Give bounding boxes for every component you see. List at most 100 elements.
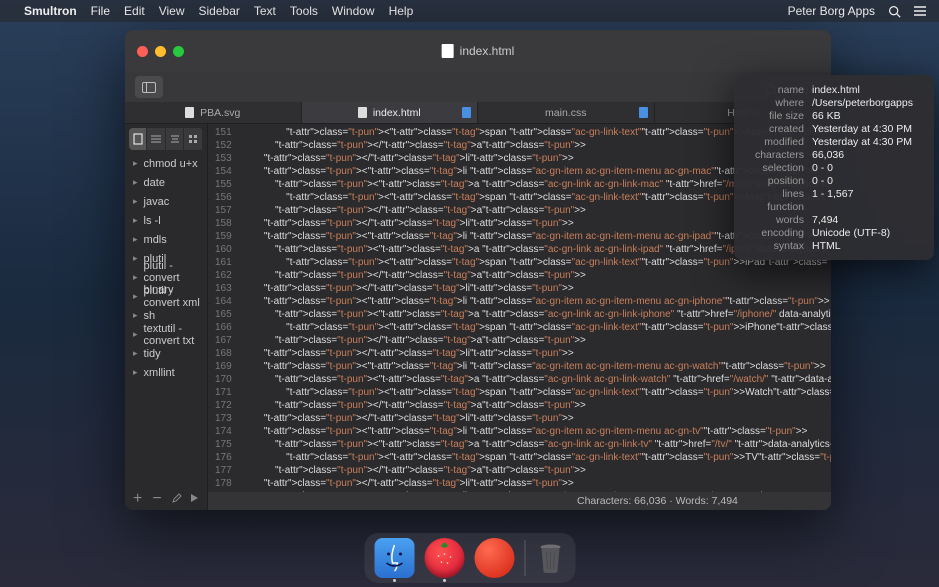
sidebar-item[interactable]: ▸chmod u+x — [125, 154, 207, 173]
sidebar-item[interactable]: ▸ date — [125, 173, 207, 192]
minimize-button[interactable] — [155, 46, 166, 57]
running-indicator — [443, 579, 446, 582]
sidebar-item[interactable]: ▸xmllint — [125, 363, 207, 382]
status-text: Characters: 66,036 · Words: 7,494 — [577, 495, 738, 507]
app-window: index.html PBA.svg index.html main.css H… — [125, 30, 831, 510]
menu-text[interactable]: Text — [254, 4, 276, 18]
tab[interactable]: main.css — [478, 102, 655, 123]
sidebar-view-segmented[interactable] — [129, 128, 203, 150]
sidebar-item[interactable]: ▸plutil -convert xml — [125, 287, 207, 306]
titlebar[interactable]: index.html — [125, 30, 831, 72]
info-key: name — [744, 84, 804, 96]
seg-list-icon[interactable] — [147, 128, 165, 150]
line-gutter: 151 152 153 154 155 156 157 158 159 160 … — [208, 124, 238, 492]
menu-view[interactable]: View — [159, 4, 185, 18]
sidebar-list[interactable]: ▸chmod u+x▸date▸javac▸ls -l▸mdls▸plutil▸… — [125, 154, 207, 488]
sidebar-item[interactable]: ▸ tidy — [125, 344, 207, 363]
info-value: 7,494 — [812, 214, 838, 226]
sidebar-item-label: xmllint — [144, 367, 175, 379]
menu-sidebar[interactable]: Sidebar — [199, 4, 240, 18]
info-key: modified — [744, 136, 804, 148]
menu-window[interactable]: Window — [332, 4, 375, 18]
info-value: Unicode (UTF-8) — [812, 227, 890, 239]
sidebar-toggle-button[interactable] — [135, 76, 163, 98]
menubar: Smultron File Edit View Sidebar Text Too… — [0, 0, 939, 22]
remove-button[interactable]: − — [152, 490, 161, 508]
info-row: encoding Unicode (UTF-8) — [744, 226, 924, 239]
menu-file[interactable]: File — [91, 4, 110, 18]
info-key: lines — [744, 188, 804, 200]
tab[interactable]: index.html — [302, 102, 479, 123]
info-value: index.html — [812, 84, 860, 96]
status-bar: Characters: 66,036 · Words: 7,494 — [208, 492, 831, 510]
document-icon — [442, 44, 454, 58]
file-badge-icon — [462, 107, 471, 118]
sidebar-item[interactable]: ▸ textutil -convert txt — [125, 325, 207, 344]
chevron-right-icon: ▸ — [133, 215, 138, 226]
run-icon[interactable] — [190, 490, 199, 508]
info-value: Yesterday at 4:30 PM — [812, 136, 912, 148]
control-center-icon[interactable] — [913, 4, 927, 18]
info-row: syntax HTML — [744, 239, 924, 252]
info-popover: nameindex.htmlwhere/Users/peterborgappsf… — [734, 75, 934, 260]
tab-label: index.html — [373, 107, 421, 119]
app-name[interactable]: Smultron — [24, 4, 77, 18]
menu-help[interactable]: Help — [389, 4, 414, 18]
spotlight-icon[interactable] — [887, 4, 901, 18]
traffic-lights — [125, 46, 184, 57]
sidebar-item-label: tidy — [144, 348, 161, 360]
close-button[interactable] — [137, 46, 148, 57]
add-button[interactable]: + — [133, 490, 142, 508]
tab-bar: PBA.svg index.html main.css Here's — [125, 102, 831, 124]
info-row: position0 - 0 — [744, 174, 924, 187]
sidebar-item-label: date — [144, 177, 165, 189]
toolbar — [125, 72, 831, 102]
dock-separator — [524, 540, 525, 576]
info-value: HTML — [812, 240, 841, 252]
sidebar-item-label: mdls — [144, 234, 167, 246]
sidebar-item-label: textutil -convert txt — [144, 323, 207, 347]
tab-label: PBA.svg — [200, 107, 240, 119]
seg-center-icon[interactable] — [166, 128, 184, 150]
info-value: 0 - 0 — [812, 162, 833, 174]
chevron-right-icon: ▸ — [133, 177, 138, 188]
menu-edit[interactable]: Edit — [124, 4, 145, 18]
window-title-text: index.html — [460, 44, 515, 58]
file-icon — [358, 107, 367, 118]
chevron-right-icon: ▸ — [133, 234, 138, 245]
info-value: 0 - 0 — [812, 175, 833, 187]
chevron-right-icon: ▸ — [133, 272, 138, 283]
chevron-right-icon: ▸ — [133, 196, 138, 207]
tab-label: main.css — [545, 107, 586, 119]
sidebar-item[interactable]: ▸javac — [125, 192, 207, 211]
info-key: characters — [744, 149, 804, 161]
info-row: function — [744, 200, 924, 213]
seg-documents-icon[interactable] — [129, 128, 147, 150]
menubar-right-text[interactable]: Peter Borg Apps — [788, 4, 875, 18]
info-value: /Users/peterborgapps — [812, 97, 913, 109]
edit-icon[interactable] — [172, 490, 182, 508]
seg-grid-icon[interactable] — [184, 128, 202, 150]
menu-tools[interactable]: Tools — [290, 4, 318, 18]
sidebar-item[interactable]: ▸ mdls — [125, 230, 207, 249]
sidebar-item[interactable]: ▸ls -l — [125, 211, 207, 230]
chevron-right-icon: ▸ — [133, 348, 138, 359]
dock-smultron-icon[interactable] — [424, 538, 464, 578]
info-key: syntax — [744, 240, 804, 252]
dock-tomato-icon[interactable] — [474, 538, 514, 578]
sidebar: ▸chmod u+x▸date▸javac▸ls -l▸mdls▸plutil▸… — [125, 124, 208, 510]
sidebar-item-label: sh — [144, 310, 156, 322]
info-key: selection — [744, 162, 804, 174]
info-row: file size66 KB — [744, 109, 924, 122]
info-value: 1 - 1,567 — [812, 188, 853, 200]
dock-trash-icon[interactable] — [535, 540, 565, 576]
info-key: encoding — [744, 227, 804, 239]
maximize-button[interactable] — [173, 46, 184, 57]
chevron-right-icon: ▸ — [133, 158, 138, 169]
chevron-right-icon: ▸ — [133, 329, 138, 340]
chevron-right-icon: ▸ — [133, 253, 138, 264]
tab[interactable]: PBA.svg — [125, 102, 302, 123]
info-row: words7,494 — [744, 213, 924, 226]
window-title: index.html — [442, 44, 515, 58]
dock-finder-icon[interactable] — [374, 538, 414, 578]
